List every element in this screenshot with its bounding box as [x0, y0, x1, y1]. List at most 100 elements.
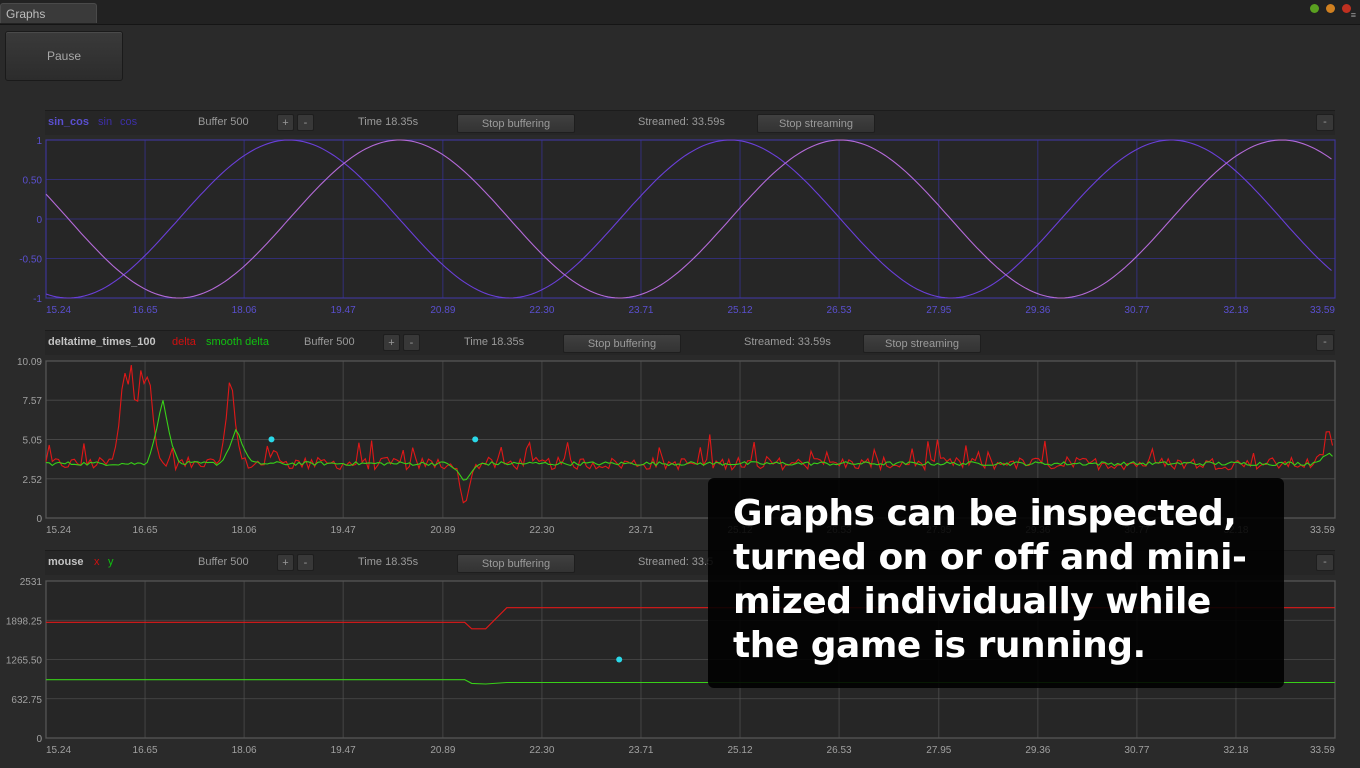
time-label: Time 18.35s	[358, 556, 419, 568]
y-tick-label: 0	[36, 514, 42, 525]
buffer-increase-button[interactable]: +	[277, 114, 294, 131]
x-tick-label: 20.89	[430, 305, 455, 316]
x-tick-label: 18.06	[232, 305, 257, 316]
x-tick-label: 27.95	[926, 305, 951, 316]
x-tick-label: 16.65	[133, 525, 158, 536]
graph-header: sin_cos sin cos Buffer 500 + - Time 18.3…	[45, 110, 1335, 135]
series-label-cos[interactable]: cos	[120, 116, 137, 128]
x-tick-label: 19.47	[331, 305, 356, 316]
x-tick-label: 30.77	[1124, 305, 1149, 316]
x-tick-label: 26.53	[827, 745, 852, 756]
x-tick-label: 15.24	[46, 525, 71, 536]
y-tick-label: 0	[36, 734, 42, 745]
x-tick-label: 16.65	[133, 305, 158, 316]
x-tick-label: 22.30	[529, 305, 554, 316]
y-tick-label: 1	[36, 136, 42, 147]
stop-buffering-button[interactable]: Stop buffering	[457, 554, 575, 573]
x-tick-label: 25.12	[728, 305, 753, 316]
window-controls	[1310, 2, 1351, 18]
time-label: Time 18.35s	[358, 116, 419, 128]
series-line-cos	[45, 139, 1332, 299]
series-label-y[interactable]: y	[108, 556, 114, 568]
stop-streaming-button[interactable]: Stop streaming	[863, 334, 981, 353]
series-line-sin	[45, 139, 1332, 299]
minimize-button[interactable]: -	[1316, 554, 1334, 571]
title-bar: Graphs ≡	[0, 0, 1360, 25]
x-tick-label: 23.71	[628, 525, 653, 536]
series-label-sin[interactable]: sin	[98, 116, 112, 128]
window-red-button[interactable]	[1342, 4, 1351, 13]
stop-buffering-button[interactable]: Stop buffering	[457, 114, 575, 133]
x-tick-label: 19.47	[331, 525, 356, 536]
window-orange-button[interactable]	[1326, 4, 1335, 13]
y-tick-label: 2531	[20, 577, 43, 588]
buffer-increase-button[interactable]: +	[277, 554, 294, 571]
series-label-smooth-delta[interactable]: smooth delta	[206, 336, 269, 348]
streamed-label: Streamed: 33.59s	[744, 336, 831, 348]
graph-name: mouse	[48, 556, 84, 568]
x-tick-label: 20.89	[430, 525, 455, 536]
stop-buffering-button[interactable]: Stop buffering	[563, 334, 681, 353]
x-tick-label: 29.36	[1025, 305, 1050, 316]
x-tick-label: 15.24	[46, 745, 71, 756]
x-tick-label: 22.30	[529, 745, 554, 756]
y-tick-label: -0.50	[19, 255, 42, 266]
x-tick-label: 19.47	[331, 745, 356, 756]
y-tick-label: 1898.25	[6, 616, 43, 627]
streamed-label: Streamed: 33.59s	[638, 116, 725, 128]
x-tick-label: 20.89	[430, 745, 455, 756]
x-tick-label: 32.18	[1223, 305, 1248, 316]
y-tick-label: 0	[36, 215, 42, 226]
x-tick-label: 33.59	[1310, 745, 1335, 756]
menu-icon[interactable]: ≡	[1351, 11, 1356, 20]
y-tick-label: 5.05	[23, 435, 43, 446]
x-tick-label: 22.30	[529, 525, 554, 536]
x-tick-label: 26.53	[827, 305, 852, 316]
window-green-button[interactable]	[1310, 4, 1319, 13]
inspect-marker	[472, 436, 479, 443]
series-label-x[interactable]: x	[94, 556, 100, 568]
series-line-smooth-delta	[45, 400, 1333, 481]
x-tick-label: 30.77	[1124, 745, 1149, 756]
pause-button[interactable]: Pause	[5, 31, 123, 81]
buffer-increase-button[interactable]: +	[383, 334, 400, 351]
y-tick-label: 632.75	[11, 695, 42, 706]
x-tick-label: 33.59	[1310, 305, 1335, 316]
streamed-label: Streamed: 33.5	[638, 556, 714, 568]
y-tick-label: 10.09	[17, 357, 42, 368]
x-tick-label: 25.12	[728, 745, 753, 756]
minimize-button[interactable]: -	[1316, 114, 1334, 131]
x-tick-label: 29.36	[1025, 745, 1050, 756]
y-tick-label: 7.57	[23, 396, 43, 407]
buffer-label: Buffer 500	[198, 556, 249, 568]
plot-area	[45, 139, 1336, 299]
x-tick-label: 18.06	[232, 525, 257, 536]
inspect-marker	[616, 656, 623, 663]
x-tick-label: 18.06	[232, 745, 257, 756]
time-label: Time 18.35s	[464, 336, 525, 348]
x-tick-label: 15.24	[46, 305, 71, 316]
x-tick-label: 23.71	[628, 305, 653, 316]
x-tick-label: 33.59	[1310, 525, 1335, 536]
x-tick-label: 23.71	[628, 745, 653, 756]
y-tick-label: 2.52	[23, 475, 43, 486]
graph-header: deltatime_times_100 delta smooth delta B…	[45, 330, 1335, 355]
y-tick-label: 0.50	[23, 176, 43, 187]
buffer-decrease-button[interactable]: -	[297, 554, 314, 571]
graph-name: sin_cos	[48, 116, 89, 128]
x-tick-label: 27.95	[926, 745, 951, 756]
stop-streaming-button[interactable]: Stop streaming	[757, 114, 875, 133]
tab-graphs[interactable]: Graphs	[0, 3, 97, 23]
y-tick-label: -1	[33, 294, 42, 305]
buffer-label: Buffer 500	[198, 116, 249, 128]
buffer-decrease-button[interactable]: -	[403, 334, 420, 351]
buffer-decrease-button[interactable]: -	[297, 114, 314, 131]
info-overlay: Graphs can be inspected, turned on or of…	[708, 478, 1284, 688]
minimize-button[interactable]: -	[1316, 334, 1334, 351]
x-tick-label: 32.18	[1223, 745, 1248, 756]
inspect-marker	[268, 436, 275, 443]
buffer-label: Buffer 500	[304, 336, 355, 348]
series-label-delta[interactable]: delta	[172, 336, 196, 348]
graph-name: deltatime_times_100	[48, 336, 156, 348]
overlay-caption: Graphs can be inspected, turned on or of…	[733, 493, 1247, 666]
